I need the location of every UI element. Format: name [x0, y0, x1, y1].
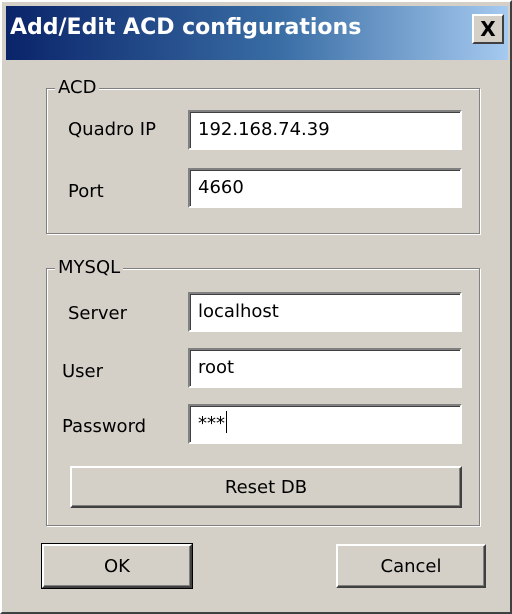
- password-value: ***: [198, 413, 225, 434]
- text-caret: [226, 411, 227, 433]
- reset-db-button[interactable]: Reset DB: [70, 466, 462, 508]
- user-input[interactable]: root: [188, 348, 462, 388]
- password-label: Password: [62, 416, 147, 437]
- user-label: User: [62, 361, 104, 382]
- mysql-group-legend: MYSQL: [55, 257, 124, 279]
- cancel-button[interactable]: Cancel: [336, 544, 486, 588]
- close-icon: X: [480, 17, 496, 41]
- acd-group-legend: ACD: [55, 77, 100, 99]
- close-button[interactable]: X: [472, 14, 504, 44]
- server-label: Server: [68, 303, 128, 324]
- server-input[interactable]: localhost: [188, 292, 462, 332]
- port-label: Port: [68, 181, 104, 202]
- window-title: Add/Edit ACD configurations: [10, 15, 362, 40]
- password-input[interactable]: ***: [188, 404, 462, 444]
- ok-button[interactable]: OK: [41, 543, 193, 589]
- title-bar[interactable]: Add/Edit ACD configurations X: [6, 6, 508, 60]
- quadro-ip-input[interactable]: 192.168.74.39: [188, 110, 462, 150]
- quadro-ip-label: Quadro IP: [68, 119, 156, 140]
- acd-config-dialog: Add/Edit ACD configurations X ACD Quadro…: [0, 0, 512, 614]
- port-input[interactable]: 4660: [188, 168, 462, 208]
